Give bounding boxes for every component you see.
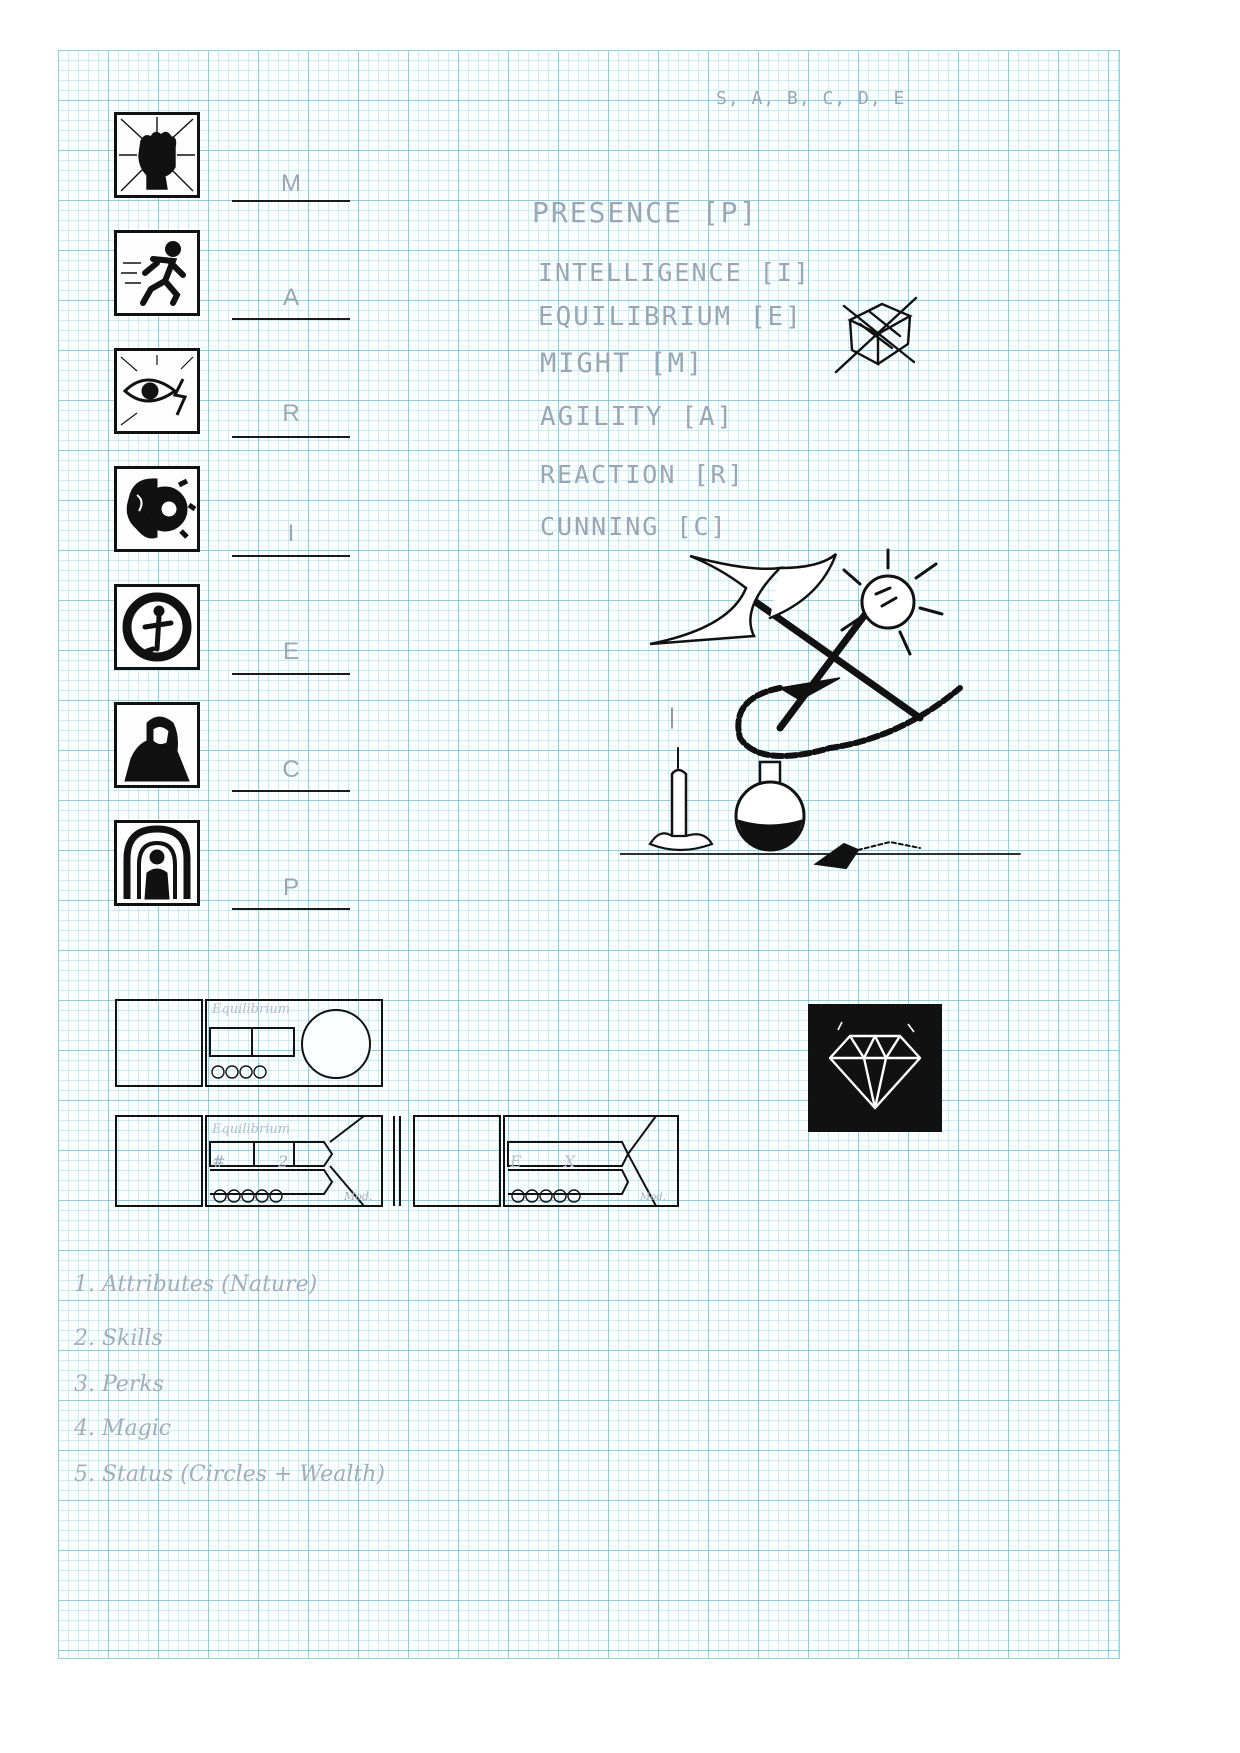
attr-line-i: [232, 555, 350, 557]
balance-figure-icon: [114, 584, 200, 670]
eye-lightning-icon: [114, 348, 200, 434]
attribute-presence: PRESENCE [P]: [532, 196, 759, 229]
attribute-reaction: REACTION [R]: [540, 460, 745, 489]
card3-right-letter: X: [564, 1152, 576, 1171]
weapons-still-life-illustration: [620, 548, 1021, 870]
attr-line-a: [232, 318, 350, 320]
card1-label: Equilibrium: [212, 1002, 291, 1017]
attr-line-m: [232, 200, 350, 202]
attr-letter-a: A: [282, 284, 299, 311]
attribute-agility: AGILITY [A]: [540, 402, 735, 432]
brain-gear-icon: [114, 466, 200, 552]
card3-left-letter: E: [510, 1152, 522, 1171]
section-magic: 4. Magic: [74, 1416, 172, 1441]
attr-letter-m: M: [281, 170, 301, 197]
attribute-equilibrium: EQUILIBRIUM [E]: [538, 302, 803, 332]
card2-mod: Mod.: [344, 1190, 373, 1203]
attr-line-r: [232, 436, 350, 438]
hooded-figure-icon: [114, 702, 200, 788]
section-attributes: 1. Attributes (Nature): [74, 1272, 318, 1297]
tier-scale-note: S, A, B, C, D, E: [716, 88, 906, 109]
aura-figure-icon: [114, 820, 200, 906]
attribute-intelligence: INTELLIGENCE [I]: [538, 258, 811, 287]
attr-line-c: [232, 790, 350, 792]
attr-letter-c: C: [282, 756, 300, 783]
card2-label: Equilibrium: [212, 1122, 291, 1137]
attr-letter-e: E: [282, 638, 299, 665]
card2-value: 2: [278, 1152, 289, 1171]
diamond-icon: [808, 1004, 942, 1132]
card2-hash: #: [212, 1152, 226, 1171]
section-status: 5. Status (Circles + Wealth): [74, 1462, 385, 1487]
section-perks: 3. Perks: [74, 1372, 164, 1397]
attribute-might: MIGHT [M]: [540, 348, 705, 379]
attr-line-e: [232, 673, 350, 675]
attr-letter-p: P: [282, 874, 299, 901]
attribute-cunning: CUNNING [C]: [540, 512, 728, 541]
fist-icon: [114, 112, 200, 198]
attr-letter-r: R: [282, 400, 300, 427]
section-skills: 2. Skills: [74, 1326, 163, 1351]
attr-line-p: [232, 908, 350, 910]
attr-letter-i: I: [287, 520, 295, 547]
cube-doodle: [834, 296, 918, 374]
running-man-icon: [114, 230, 200, 316]
card3-mod: Mod.: [640, 1192, 666, 1203]
